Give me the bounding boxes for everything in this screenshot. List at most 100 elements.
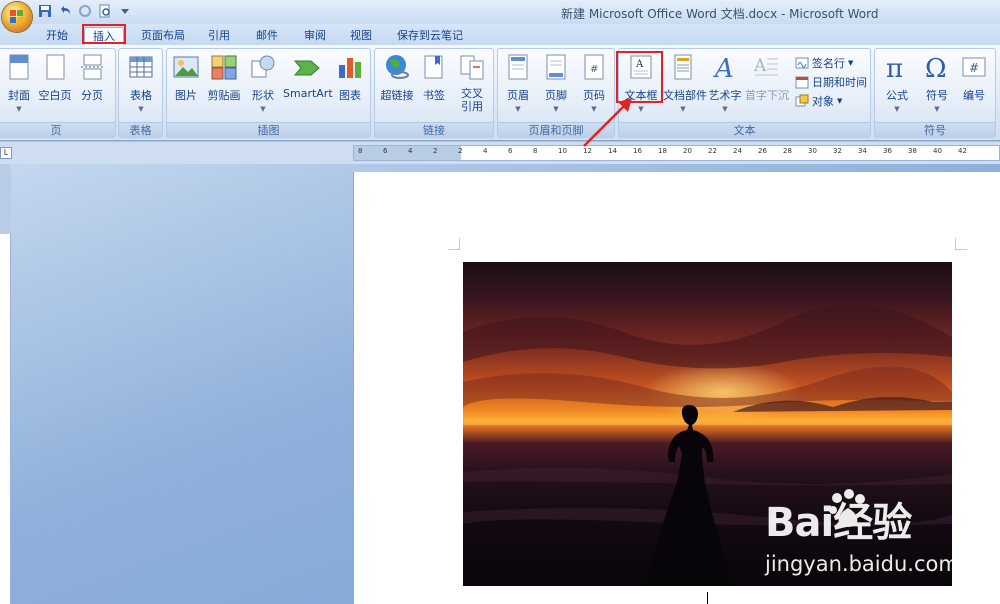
signature-line-button[interactable]: 签名行 ▼ bbox=[795, 55, 853, 71]
window-title: 新建 Microsoft Office Word 文档.docx - Micro… bbox=[561, 7, 879, 21]
redo-icon[interactable] bbox=[78, 4, 92, 18]
bookmark-button[interactable]: 书签 bbox=[419, 53, 449, 103]
wordart-label: 艺术字 bbox=[708, 89, 742, 102]
customize-qat-icon[interactable] bbox=[118, 4, 132, 18]
calendar-icon bbox=[795, 76, 809, 89]
tab-page-layout[interactable]: 页面布局 bbox=[136, 27, 190, 45]
office-button[interactable] bbox=[2, 2, 32, 32]
date-time-button[interactable]: 日期和时间 bbox=[795, 74, 867, 90]
header-button[interactable]: 页眉 ▼ bbox=[502, 53, 534, 113]
illustrations-group: 图片 剪贴画 形状 ▼ SmartArt 图表 插图 bbox=[166, 48, 371, 138]
picture-icon bbox=[173, 56, 199, 78]
insert-tab-highlight bbox=[82, 24, 126, 44]
ruler-tick-label: 36 bbox=[883, 147, 892, 155]
ruler-tick-label: 2 bbox=[458, 147, 463, 155]
chevron-down-icon: ▼ bbox=[138, 105, 144, 113]
cross-reference-button[interactable]: 交叉 引用 bbox=[455, 53, 489, 113]
crop-mark-top-right bbox=[955, 238, 967, 250]
text-cursor bbox=[707, 592, 708, 604]
ruler-tick-label: 6 bbox=[508, 147, 513, 155]
ruler-tick-label: 22 bbox=[708, 147, 717, 155]
vertical-ruler[interactable] bbox=[0, 164, 11, 604]
shapes-button[interactable]: 形状 ▼ bbox=[247, 53, 279, 113]
text-group-label: 文本 bbox=[619, 122, 870, 137]
tab-view[interactable]: 视图 bbox=[344, 27, 378, 45]
picture-button[interactable]: 图片 bbox=[171, 53, 201, 103]
bookmark-icon bbox=[424, 55, 443, 79]
chevron-down-icon: ▼ bbox=[722, 105, 728, 113]
shapes-icon bbox=[251, 55, 275, 78]
table-group-label: 表格 bbox=[119, 122, 162, 137]
page-break-button[interactable]: 分页 bbox=[77, 53, 107, 103]
illustrations-group-label: 插图 bbox=[167, 122, 370, 137]
ruler-tick-label: 8 bbox=[358, 147, 363, 155]
tab-review[interactable]: 审阅 bbox=[298, 27, 332, 45]
smartart-button[interactable]: SmartArt bbox=[283, 53, 333, 100]
blank-page-button[interactable]: 空白页 bbox=[37, 53, 73, 103]
clipart-button[interactable]: 剪贴画 bbox=[205, 53, 243, 103]
drop-cap-button[interactable]: A 首字下沉 bbox=[745, 53, 789, 103]
svg-text:#: # bbox=[590, 64, 598, 75]
chevron-down-icon: ▼ bbox=[16, 105, 22, 113]
object-button[interactable]: 对象 ▼ bbox=[795, 93, 842, 109]
horizontal-ruler[interactable]: 8 6 4 2 2 4 6 8 10 12 14 16 18 20 22 24 26 28 30 32 34 36 38 40… bbox=[353, 145, 1000, 161]
chart-button[interactable]: 图表 bbox=[335, 53, 365, 103]
globe-link-icon bbox=[386, 55, 409, 79]
number-label: 编号 bbox=[963, 89, 985, 102]
equation-button[interactable]: π 公式 ▼ bbox=[879, 53, 915, 113]
table-button[interactable]: 表格 ▼ bbox=[125, 53, 157, 113]
chevron-down-icon: ▼ bbox=[837, 97, 843, 105]
clipart-icon bbox=[211, 55, 237, 80]
quick-parts-icon bbox=[674, 54, 692, 80]
cross-reference-label: 交叉 引用 bbox=[461, 87, 483, 113]
blank-page-icon bbox=[46, 54, 65, 80]
cross-reference-icon bbox=[460, 55, 484, 80]
pi-icon: π bbox=[886, 54, 903, 84]
equation-label: 公式 bbox=[886, 89, 908, 102]
ruler-tick-label: 28 bbox=[783, 147, 792, 155]
quick-parts-button[interactable]: 文档部件 ▼ bbox=[663, 53, 707, 113]
omega-icon: Ω bbox=[925, 54, 947, 84]
page-number-icon: # bbox=[584, 54, 604, 80]
tab-mailings[interactable]: 邮件 bbox=[248, 27, 286, 45]
footer-button[interactable]: 页脚 ▼ bbox=[540, 53, 572, 113]
footer-label: 页脚 bbox=[545, 89, 567, 102]
ruler-tick-label: 8 bbox=[533, 147, 538, 155]
blank-page-label: 空白页 bbox=[38, 89, 72, 102]
baidu-watermark: Bai经验 jingyan.baidu.com bbox=[765, 489, 959, 576]
tab-selector[interactable]: L bbox=[0, 147, 12, 159]
wordart-icon: A bbox=[713, 54, 734, 84]
tab-references[interactable]: 引用 bbox=[202, 27, 236, 45]
chevron-down-icon: ▼ bbox=[680, 105, 686, 113]
date-time-label: 日期和时间 bbox=[812, 76, 867, 89]
symbols-group-label: 符号 bbox=[875, 122, 995, 137]
ruler-tick-label: 34 bbox=[858, 147, 867, 155]
print-preview-icon[interactable] bbox=[98, 4, 112, 18]
number-button[interactable]: # 编号 bbox=[957, 53, 991, 103]
cover-page-label: 封面 bbox=[8, 89, 30, 102]
save-icon[interactable] bbox=[38, 4, 52, 18]
ruler-tick-label: 24 bbox=[733, 147, 742, 155]
chevron-down-icon: ▼ bbox=[515, 105, 521, 113]
ruler-tick-label: 38 bbox=[908, 147, 917, 155]
chart-icon bbox=[339, 58, 361, 78]
smartart-label: SmartArt bbox=[283, 87, 333, 100]
ruler-tick-label: 40 bbox=[933, 147, 942, 155]
symbol-button[interactable]: Ω 符号 ▼ bbox=[919, 53, 955, 113]
ribbon: 封面 ▼ 空白页 分页 页 表格 ▼ 表格 图片 剪贴画 形状 ▼ SmartA… bbox=[0, 45, 1000, 141]
table-group: 表格 ▼ 表格 bbox=[118, 48, 163, 138]
header-icon bbox=[508, 54, 528, 80]
table-icon bbox=[129, 56, 153, 78]
chevron-down-icon: ▼ bbox=[848, 59, 854, 67]
ruler-tick-label: 18 bbox=[658, 147, 667, 155]
tab-save-to-cloud-note[interactable]: 保存到云笔记 bbox=[390, 27, 470, 45]
tab-home[interactable]: 开始 bbox=[40, 27, 74, 45]
symbol-label: 符号 bbox=[926, 89, 948, 102]
drop-cap-icon: A bbox=[753, 56, 778, 76]
undo-icon[interactable] bbox=[58, 4, 72, 18]
vertical-ruler-margin bbox=[0, 164, 11, 234]
wordart-button[interactable]: A 艺术字 ▼ bbox=[707, 53, 743, 113]
hyperlink-button[interactable]: 超链接 bbox=[379, 53, 415, 103]
cover-page-button[interactable]: 封面 ▼ bbox=[3, 53, 35, 113]
ruler-tick-label: 32 bbox=[833, 147, 842, 155]
